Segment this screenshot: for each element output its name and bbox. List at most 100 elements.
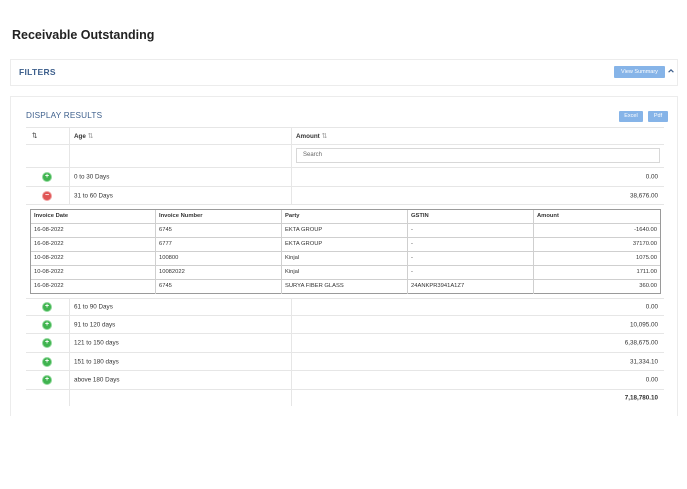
invoice-number: 6777 <box>156 238 282 251</box>
plus-circle-icon[interactable]: + <box>43 320 51 329</box>
table-row[interactable]: − 31 to 60 Days 38,676.00 <box>26 187 664 205</box>
amount-value: 0.00 <box>645 173 658 181</box>
age-cell: above 180 Days <box>70 371 292 389</box>
party: Kinjal <box>282 266 408 279</box>
search-row: Search <box>26 145 664 168</box>
view-summary-button[interactable]: View Summary <box>614 66 665 78</box>
search-cell: Search <box>292 145 664 167</box>
gstin: - <box>408 224 534 237</box>
chevron-up-icon[interactable] <box>668 68 674 74</box>
expand-column-header[interactable]: ⇅ <box>26 128 70 144</box>
table-row[interactable]: + 61 to 90 Days 0.00 <box>26 298 664 316</box>
row-toggle-cell: + <box>26 334 70 352</box>
age-value: above 180 Days <box>74 376 120 384</box>
row-toggle-cell: + <box>26 168 70 186</box>
amount-value: 10,095.00 <box>629 321 658 328</box>
invoice-date: 16-08-2022 <box>31 224 156 237</box>
invoice-amount: 1075.00 <box>636 255 657 261</box>
invoice-date: 10-08-2022 <box>31 266 156 279</box>
table-row[interactable]: + 0 to 30 Days 0.00 <box>26 168 664 187</box>
age-cell: 151 to 180 days <box>70 353 292 370</box>
invoice-amount: 37170.00 <box>632 241 657 247</box>
minus-circle-icon[interactable]: − <box>43 191 51 200</box>
invoice-row[interactable]: 10-08-2022 10082022 Kinjal - 1711.00 <box>31 266 660 280</box>
invoice-detail-table: Invoice Date Invoice Number Party GSTIN … <box>30 209 661 294</box>
gstin: - <box>408 238 534 251</box>
plus-circle-icon[interactable]: + <box>43 303 51 311</box>
amount-value: 31,334.10 <box>629 358 658 365</box>
excel-button[interactable]: Excel <box>619 111 643 122</box>
pdf-button[interactable]: Pdf <box>648 111 668 122</box>
gstin-header: GSTIN <box>408 210 534 223</box>
gstin: - <box>408 266 534 279</box>
invoice-date: 16-08-2022 <box>31 280 156 294</box>
amount-cell: 38,676.00 <box>292 187 664 204</box>
table-row[interactable]: + 91 to 120 days 10,095.00 <box>26 316 664 334</box>
invoice-header-row: Invoice Date Invoice Number Party GSTIN … <box>31 210 660 224</box>
invoice-amount: 1711.00 <box>636 269 657 275</box>
invoice-number: 6745 <box>156 280 282 294</box>
total-spacer <box>70 390 292 406</box>
party: EKTA GROUP <box>282 238 408 251</box>
plus-circle-icon[interactable]: + <box>43 357 51 366</box>
amount-cell: 6,38,675.00 <box>292 334 664 352</box>
amount-header: Amount <box>537 213 559 219</box>
invoice-row[interactable]: 10-08-2022 100800 Kinjal - 1075.00 <box>31 252 660 266</box>
party-header: Party <box>282 210 408 223</box>
age-cell: 91 to 120 days <box>70 316 292 333</box>
invoice-row[interactable]: 16-08-2022 6745 SURYA FIBER GLASS 24ANKP… <box>31 280 660 294</box>
party: Kinjal <box>282 252 408 265</box>
invoice-amount: -1640.00 <box>634 227 657 233</box>
invoice-number-header: Invoice Number <box>156 210 282 223</box>
results-title: DISPLAY RESULTS <box>26 111 103 120</box>
search-input[interactable]: Search <box>296 148 660 163</box>
search-row-spacer <box>70 145 292 167</box>
age-cell: 0 to 30 Days <box>70 168 292 186</box>
table-row[interactable]: + 121 to 150 days 6,38,675.00 <box>26 334 664 353</box>
amount-column-header[interactable]: Amount ⇅ <box>292 128 664 144</box>
party: SURYA FIBER GLASS <box>282 280 408 294</box>
sort-icon[interactable]: ⇅ <box>32 133 37 140</box>
total-row: 7,18,780.10 <box>26 390 664 406</box>
age-value: 0 to 30 Days <box>74 173 110 181</box>
age-column-header[interactable]: Age ⇅ <box>70 128 292 144</box>
amount-value: 6,38,675.00 <box>624 339 658 347</box>
amount-cell: 0.00 <box>292 299 664 315</box>
sort-icon[interactable]: ⇅ <box>88 133 94 140</box>
age-cell: 61 to 90 Days <box>70 299 292 315</box>
invoice-row[interactable]: 16-08-2022 6745 EKTA GROUP - -1640.00 <box>31 224 660 238</box>
invoice-number: 100800 <box>156 252 282 265</box>
age-value: 91 to 120 days <box>74 321 116 328</box>
row-toggle-cell: + <box>26 299 70 315</box>
invoice-date-header: Invoice Date <box>31 210 156 223</box>
table-row[interactable]: + above 180 Days 0.00 <box>26 371 664 390</box>
total-spacer <box>26 390 70 406</box>
search-row-spacer <box>26 145 70 167</box>
age-value: 61 to 90 Days <box>74 303 113 311</box>
gstin: - <box>408 252 534 265</box>
gstin: 24ANKPR3941A1Z7 <box>408 280 534 294</box>
age-header-label: Age <box>74 133 86 140</box>
plus-circle-icon[interactable]: + <box>43 376 51 384</box>
party: EKTA GROUP <box>282 224 408 237</box>
page-title: Receivable Outstanding <box>12 28 155 42</box>
filters-panel: FILTERS View Summary <box>10 59 678 86</box>
grid-header-row: ⇅ Age ⇅ Amount ⇅ <box>26 127 664 145</box>
invoice-number: 6745 <box>156 224 282 237</box>
invoice-number: 10082022 <box>156 266 282 279</box>
sort-icon[interactable]: ⇅ <box>322 133 328 140</box>
age-cell: 31 to 60 Days <box>70 187 292 204</box>
invoice-date: 10-08-2022 <box>31 252 156 265</box>
invoice-row[interactable]: 16-08-2022 6777 EKTA GROUP - 37170.00 <box>31 238 660 252</box>
amount-value: 38,676.00 <box>629 192 658 199</box>
table-row[interactable]: + 151 to 180 days 31,334.10 <box>26 353 664 371</box>
plus-circle-icon[interactable]: + <box>43 339 51 347</box>
amount-cell: 0.00 <box>292 371 664 389</box>
row-toggle-cell: + <box>26 371 70 389</box>
amount-header-label: Amount <box>296 133 320 140</box>
amount-value: 0.00 <box>645 303 658 311</box>
row-toggle-cell: + <box>26 353 70 370</box>
amount-value: 0.00 <box>645 376 658 384</box>
plus-circle-icon[interactable]: + <box>43 173 51 181</box>
filters-title[interactable]: FILTERS <box>19 67 56 77</box>
